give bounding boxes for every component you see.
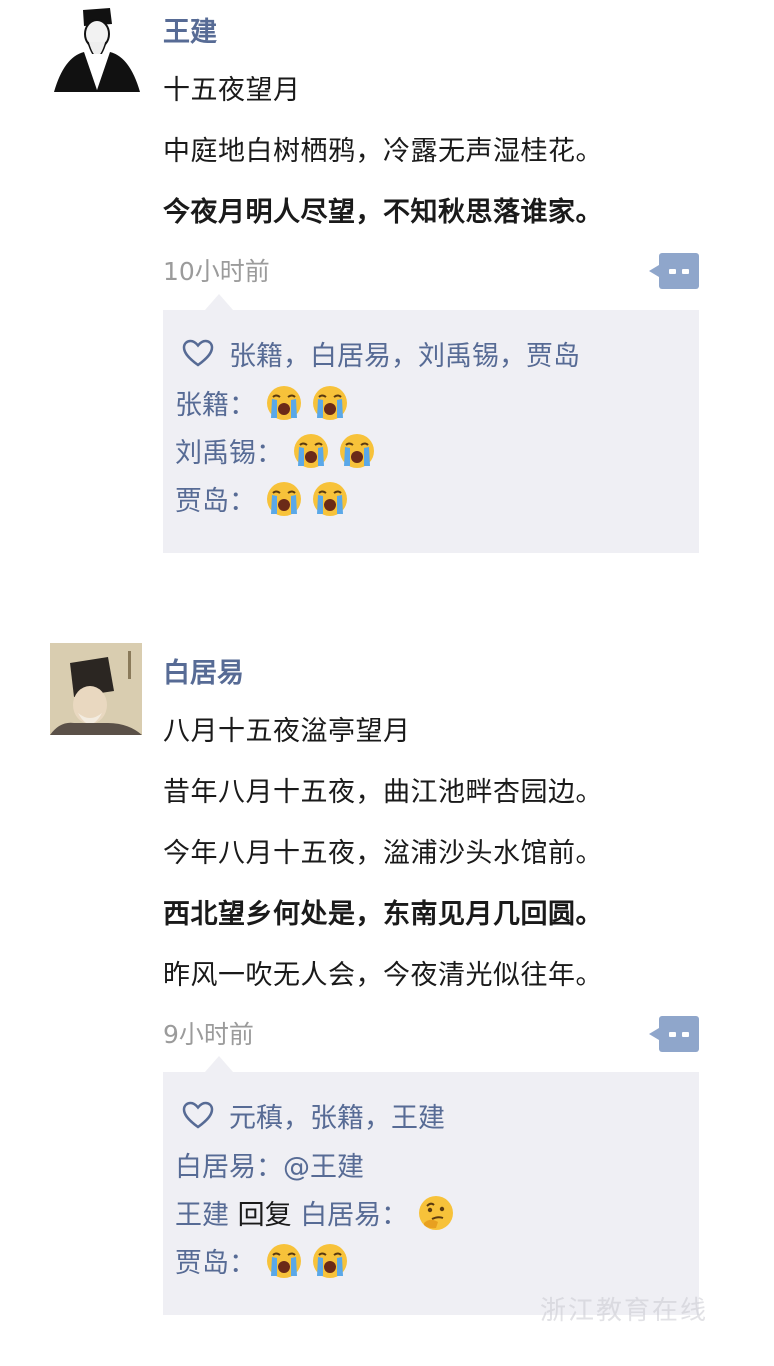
likes-row: 张籍，白居易，刘禹锡，贾岛 [163, 310, 699, 376]
comment-author[interactable]: 白居易： [175, 1152, 283, 1183]
post-time: 9小时前 [163, 1020, 254, 1049]
comment-row[interactable]: 白居易：@王建 [163, 1144, 699, 1192]
post-text-line: 八月十五夜湓亭望月 [163, 716, 411, 747]
comment-row[interactable]: 刘禹锡： [163, 430, 699, 478]
dot-icon [682, 1032, 689, 1037]
comment-author[interactable]: 贾岛： [175, 1248, 256, 1279]
like-names[interactable]: 元稹，张籍，王建 [229, 1096, 445, 1135]
dot-icon [682, 269, 689, 274]
loudly-crying-face-icon [339, 433, 375, 469]
comment-mention[interactable]: @王建 [283, 1152, 364, 1183]
comment-row[interactable]: 贾岛： [163, 1240, 699, 1288]
post-text-line: 昨风一吹无人会，今夜清光似往年。 [163, 960, 603, 991]
loudly-crying-face-icon [312, 1243, 348, 1279]
loudly-crying-face-icon [312, 481, 348, 517]
post-text-line: 今年八月十五夜，湓浦沙头水馆前。 [163, 838, 603, 869]
comment-row[interactable]: 王建 回复 白居易： [163, 1192, 699, 1240]
heart-icon [182, 339, 214, 367]
post-text-line: 昔年八月十五夜，曲江池畔杏园边。 [163, 777, 603, 808]
reply-target[interactable]: 白居易： [300, 1200, 408, 1231]
loudly-crying-face-icon [266, 1243, 302, 1279]
dot-icon [669, 1032, 676, 1037]
loudly-crying-face-icon [266, 385, 302, 421]
post-time: 10小时前 [163, 257, 270, 286]
loudly-crying-face-icon [266, 481, 302, 517]
thinking-face-icon [418, 1195, 455, 1231]
avatar[interactable] [50, 643, 142, 735]
post-text-line: 今夜月明人尽望，不知秋思落谁家。 [163, 197, 603, 228]
reply-word: 回复 [237, 1200, 292, 1231]
heart-icon [182, 1101, 214, 1129]
comment-row[interactable]: 贾岛： [163, 478, 699, 526]
more-actions-button[interactable] [649, 1016, 699, 1052]
comment-author[interactable]: 贾岛： [175, 486, 256, 517]
avatar[interactable] [50, 2, 142, 94]
comment-author[interactable]: 王建 [175, 1200, 229, 1231]
likes-comments-box: 元稹，张籍，王建 白居易：@王建 王建 回复 白居易： 贾岛： [163, 1056, 699, 1315]
post-author[interactable]: 王建 [163, 16, 699, 50]
likes-comments-box: 张籍，白居易，刘禹锡，贾岛 张籍： 刘禹锡： 贾岛： [163, 294, 699, 553]
post-author[interactable]: 白居易 [163, 657, 699, 691]
comment-row[interactable]: 张籍： [163, 382, 699, 430]
likes-row: 元稹，张籍，王建 [163, 1072, 699, 1138]
dot-icon [669, 269, 676, 274]
comment-author[interactable]: 刘禹锡： [175, 438, 283, 469]
post-text-line: 西北望乡何处是，东南见月几回圆。 [163, 899, 603, 930]
comment-author[interactable]: 张籍： [175, 390, 256, 421]
watermark: 浙江教育在线 [540, 1296, 709, 1326]
loudly-crying-face-icon [312, 385, 348, 421]
post-text-line: 十五夜望月 [163, 75, 301, 106]
like-names[interactable]: 张籍，白居易，刘禹锡，贾岛 [229, 334, 580, 373]
more-actions-button[interactable] [649, 253, 699, 289]
loudly-crying-face-icon [293, 433, 329, 469]
post-text-line: 中庭地白树栖鸦，冷露无声湿桂花。 [163, 136, 603, 167]
